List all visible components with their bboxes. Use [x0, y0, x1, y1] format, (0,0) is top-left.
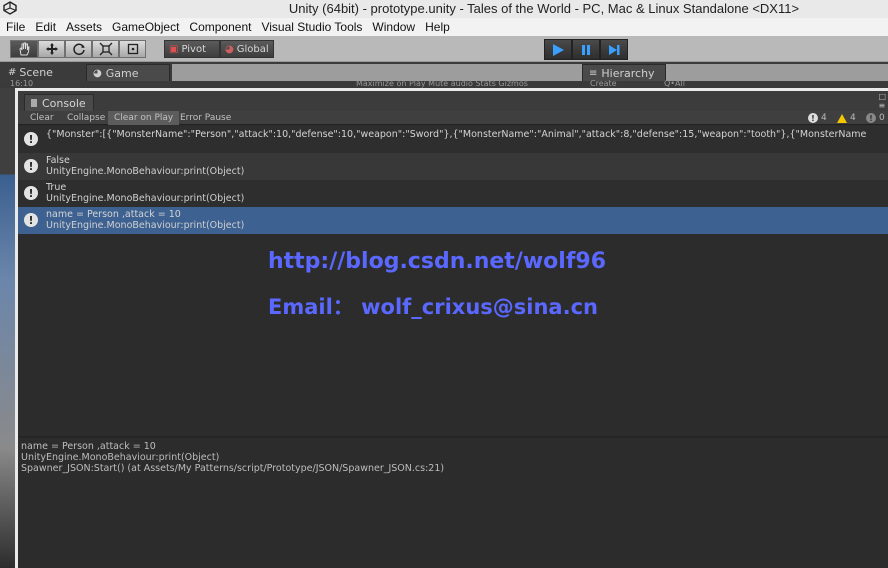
pivot-icon: ▣: [169, 43, 179, 55]
play-button[interactable]: [544, 39, 572, 60]
detail-message: name = Person ,attack = 10: [21, 441, 156, 452]
log-source: UnityEngine.MonoBehaviour:print(Object): [46, 166, 245, 177]
title-bar: Unity (64bit) - prototype.unity - Tales …: [0, 0, 888, 18]
console-splitter[interactable]: [18, 436, 888, 438]
scene-grid-icon: #: [8, 67, 17, 78]
step-button[interactable]: [600, 39, 628, 60]
log-message: True: [46, 182, 67, 193]
menu-bar: File Edit Assets GameObject Component Vi…: [0, 18, 888, 36]
info-icon: !: [808, 113, 818, 123]
scale-icon: [99, 42, 112, 56]
clear-button[interactable]: Clear: [24, 111, 60, 125]
info-count-toggle[interactable]: ! 4: [808, 112, 827, 124]
move-arrows-icon: [45, 43, 58, 55]
tab-console[interactable]: Console: [24, 94, 94, 111]
menu-assets[interactable]: Assets: [66, 20, 102, 34]
hierarchy-list-icon: ≡: [589, 67, 598, 79]
tab-console-label: Console: [42, 96, 86, 110]
log-message: {"Monster":[{"MonsterName":"Person","att…: [46, 129, 867, 140]
maximize-icon[interactable]: □: [878, 92, 886, 101]
log-message: False: [46, 155, 70, 166]
hierarchy-search[interactable]: Q•All: [664, 79, 685, 88]
pause-icon: [582, 44, 590, 55]
log-entry[interactable]: ! False UnityEngine.MonoBehaviour:print(…: [18, 153, 888, 180]
info-message-icon: !: [24, 132, 38, 146]
tab-game[interactable]: ◕ Game: [86, 64, 170, 81]
log-entry-selected[interactable]: ! name = Person ,attack = 10 UnityEngine…: [18, 207, 888, 234]
hand-icon: [19, 42, 30, 56]
hierarchy-gap: [666, 64, 888, 81]
rect-tool-button[interactable]: [119, 40, 146, 58]
pause-button[interactable]: [572, 39, 600, 60]
menu-file[interactable]: File: [6, 20, 25, 34]
console-tab-icon: [31, 99, 37, 107]
hierarchy-create[interactable]: Create: [590, 79, 617, 88]
hand-tool-button[interactable]: [10, 40, 38, 58]
log-source: UnityEngine.MonoBehaviour:print(Object): [46, 193, 245, 204]
menu-window[interactable]: Window: [372, 20, 415, 34]
game-view-options[interactable]: Maximize on Play Mute audio Stats Gizmos: [356, 79, 528, 88]
global-label: Global: [236, 43, 269, 55]
info-message-icon: !: [24, 213, 38, 227]
menu-visual-studio-tools[interactable]: Visual Studio Tools: [261, 20, 362, 34]
menu-component[interactable]: Component: [189, 20, 251, 34]
tab-scene-label: Scene: [19, 66, 53, 79]
warning-count: 4: [850, 113, 856, 123]
info-message-icon: !: [24, 159, 38, 173]
detail-stack-1: UnityEngine.MonoBehaviour:print(Object): [21, 452, 220, 463]
play-icon: [553, 43, 564, 56]
window-controls[interactable]: □ ≡: [878, 92, 886, 110]
error-count: 0: [879, 113, 885, 123]
scale-tool-button[interactable]: [92, 40, 119, 58]
console-window: Console □ ≡ Clear Collapse Clear on Play…: [15, 88, 888, 568]
log-entry[interactable]: ! True UnityEngine.MonoBehaviour:print(O…: [18, 180, 888, 207]
pivot-toggle-button[interactable]: ▣ Pivot: [164, 40, 220, 58]
collapse-button[interactable]: Collapse: [61, 111, 111, 125]
watermark-email: Email： wolf_crixus@sina.cn: [268, 295, 598, 319]
main-toolbar: ▣ Pivot ◕ Global: [0, 36, 888, 62]
log-source: UnityEngine.MonoBehaviour:print(Object): [46, 220, 245, 231]
window-title: Unity (64bit) - prototype.unity - Tales …: [288, 1, 800, 16]
clear-on-play-toggle[interactable]: Clear on Play: [108, 111, 180, 125]
rotate-tool-button[interactable]: [65, 40, 92, 58]
info-message-icon: !: [24, 186, 38, 200]
error-count-toggle[interactable]: ! 0: [866, 112, 885, 124]
menu-edit[interactable]: Edit: [35, 20, 56, 34]
console-log-list: ! {"Monster":[{"MonsterName":"Person","a…: [18, 126, 888, 234]
move-tool-button[interactable]: [38, 40, 65, 58]
tab-game-label: Game: [105, 66, 139, 80]
game-pacman-icon: ◕: [93, 67, 102, 79]
scene-view-background: [0, 88, 15, 568]
global-icon: ◕: [225, 43, 234, 55]
pivot-label: Pivot: [181, 43, 206, 55]
console-tab-row: Console □ ≡: [18, 91, 888, 111]
detail-stack-2[interactable]: Spawner_JSON:Start() (at Assets/My Patte…: [21, 463, 444, 474]
watermark-url: http://blog.csdn.net/wolf96: [267, 249, 607, 274]
menu-help[interactable]: Help: [425, 20, 450, 34]
global-toggle-button[interactable]: ◕ Global: [220, 40, 274, 58]
menu-gameobject[interactable]: GameObject: [112, 20, 179, 34]
rect-transform-icon: [127, 43, 138, 55]
rotate-icon: [72, 43, 85, 56]
info-count: 4: [821, 113, 827, 123]
menu-lines-icon[interactable]: ≡: [878, 101, 886, 110]
log-detail-panel: name = Person ,attack = 10 UnityEngine.M…: [21, 441, 444, 474]
tab-hierarchy-label: Hierarchy: [601, 66, 655, 80]
error-icon: !: [866, 113, 876, 123]
step-icon: [609, 44, 620, 55]
error-pause-toggle[interactable]: Error Pause: [174, 111, 237, 125]
log-message: name = Person ,attack = 10: [46, 209, 181, 220]
console-toolbar: Clear Collapse Clear on Play Error Pause…: [18, 111, 888, 125]
scene-aspect[interactable]: 16:10: [10, 79, 33, 88]
log-entry[interactable]: ! {"Monster":[{"MonsterName":"Person","a…: [18, 126, 888, 153]
warning-count-toggle[interactable]: 4: [837, 112, 856, 124]
warning-icon: [837, 113, 847, 123]
